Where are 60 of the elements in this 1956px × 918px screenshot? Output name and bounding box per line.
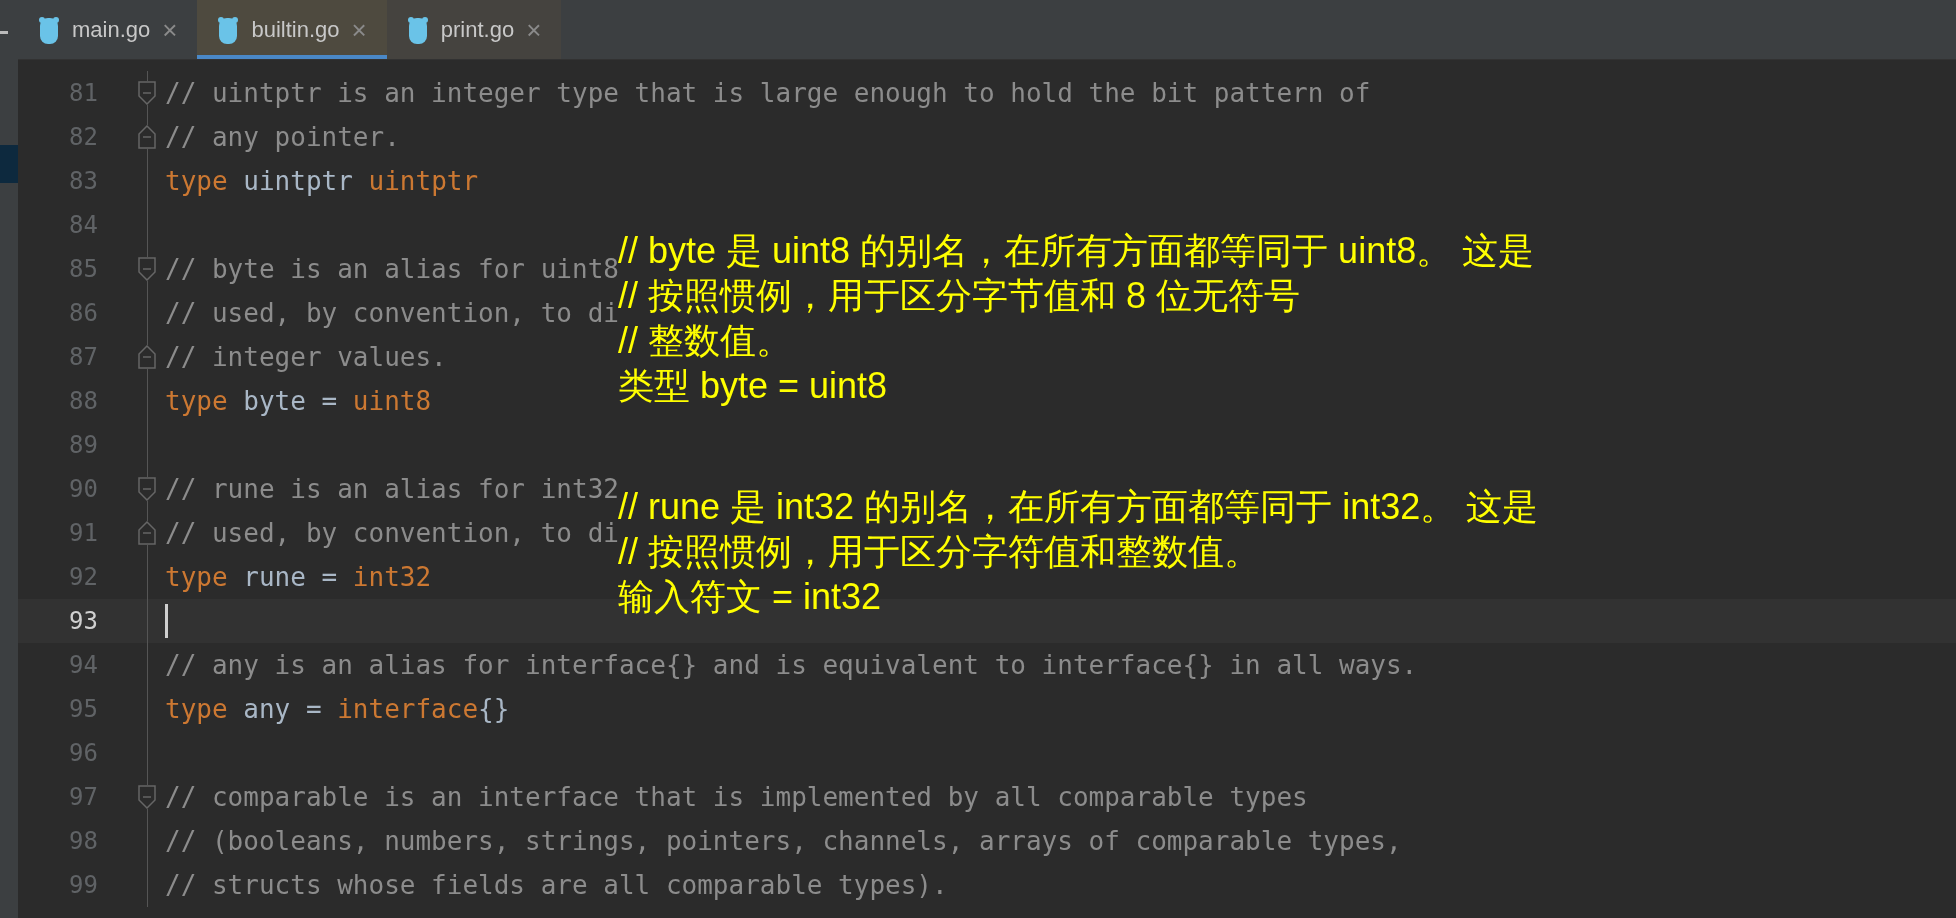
line-number: 89 [68,430,99,461]
translation-text: // byte 是 uint8 的别名，在所有方面都等同于 uint8。 这是 [618,229,1535,273]
code-line: // uintptr is an integer type that is large enough to hold the bit pattern of [165,76,1371,110]
translation-text: 输入符文 = int32 [618,575,883,619]
editor-tab[interactable]: print.go × [386,0,562,59]
code-line: // any pointer. [165,120,400,154]
code-line: // comparable is an interface that is implemented by all comparable types [165,780,1308,814]
code-line: type any = interface{} [165,692,510,726]
line-number: 82 [68,122,99,153]
line-number: 88 [68,386,99,417]
code-line: type uintptr uintptr [165,164,479,198]
code-line: // integer values. [165,340,447,374]
translation-text: // rune 是 int32 的别名，在所有方面都等同于 int32。 这是 [618,485,1539,529]
tab-label: print.go [440,16,515,44]
line-number: 86 [68,298,99,329]
fold-end-icon[interactable] [138,345,156,369]
line-number: 81 [68,78,99,109]
line-number: 95 [68,694,99,725]
line-number: 90 [68,474,99,505]
code-line: // structs whose fields are all comparable types). [165,868,948,902]
translation-text: // 整数值。 [618,319,793,363]
fold-start-icon[interactable] [138,257,156,281]
file-type-icon [38,14,60,45]
code-line: // any is an alias for interface{} and is equivalent to interface{} in all ways. [165,648,1418,682]
line-number: 83 [68,166,99,197]
fold-end-icon[interactable] [138,521,156,545]
panel-highlight [0,145,18,183]
editor-tab[interactable]: builtin.go × [197,0,387,59]
line-number: 87 [68,342,99,373]
tab-label: builtin.go [251,16,340,44]
code-line: type rune = int32 [165,560,432,594]
line-number: 99 [68,870,99,901]
tab-label: main.go [72,16,151,44]
line-number: 85 [68,254,99,285]
line-number: 97 [68,782,99,813]
code-line: // byte is an alias for uint8 [165,253,619,284]
line-number: 94 [68,650,99,681]
code-line: // used, by convention, to di [165,517,619,548]
code-line: // rune is an alias for int32 [165,472,619,504]
file-type-icon [406,14,429,45]
line-number: 91 [68,518,99,549]
translation-text: // 按照惯例，用于区分字节值和 8 位无符号 [618,274,1302,318]
text-cursor [165,604,168,638]
line-number: 92 [68,562,99,593]
code-line: // used, by convention, to di [165,297,619,328]
line-number: 96 [68,738,99,769]
fold-end-icon[interactable] [138,125,156,149]
line-number: 84 [68,210,99,241]
line-number: 98 [68,826,99,857]
fold-start-icon[interactable] [138,81,156,105]
line-number: 93 [68,606,99,637]
fold-start-icon[interactable] [138,477,156,501]
translation-text: // 按照惯例，用于区分字符值和整数值。 [618,530,1261,574]
translation-text: 类型 byte = uint8 [618,364,889,408]
fold-start-icon[interactable] [138,785,156,809]
close-icon[interactable]: × [526,16,542,43]
close-icon[interactable]: × [162,16,178,43]
file-type-icon [217,14,240,45]
code-line: type byte = uint8 [165,384,432,418]
code-line: // (booleans, numbers, strings, pointers, channels, arrays of comparable types, [165,824,1402,858]
